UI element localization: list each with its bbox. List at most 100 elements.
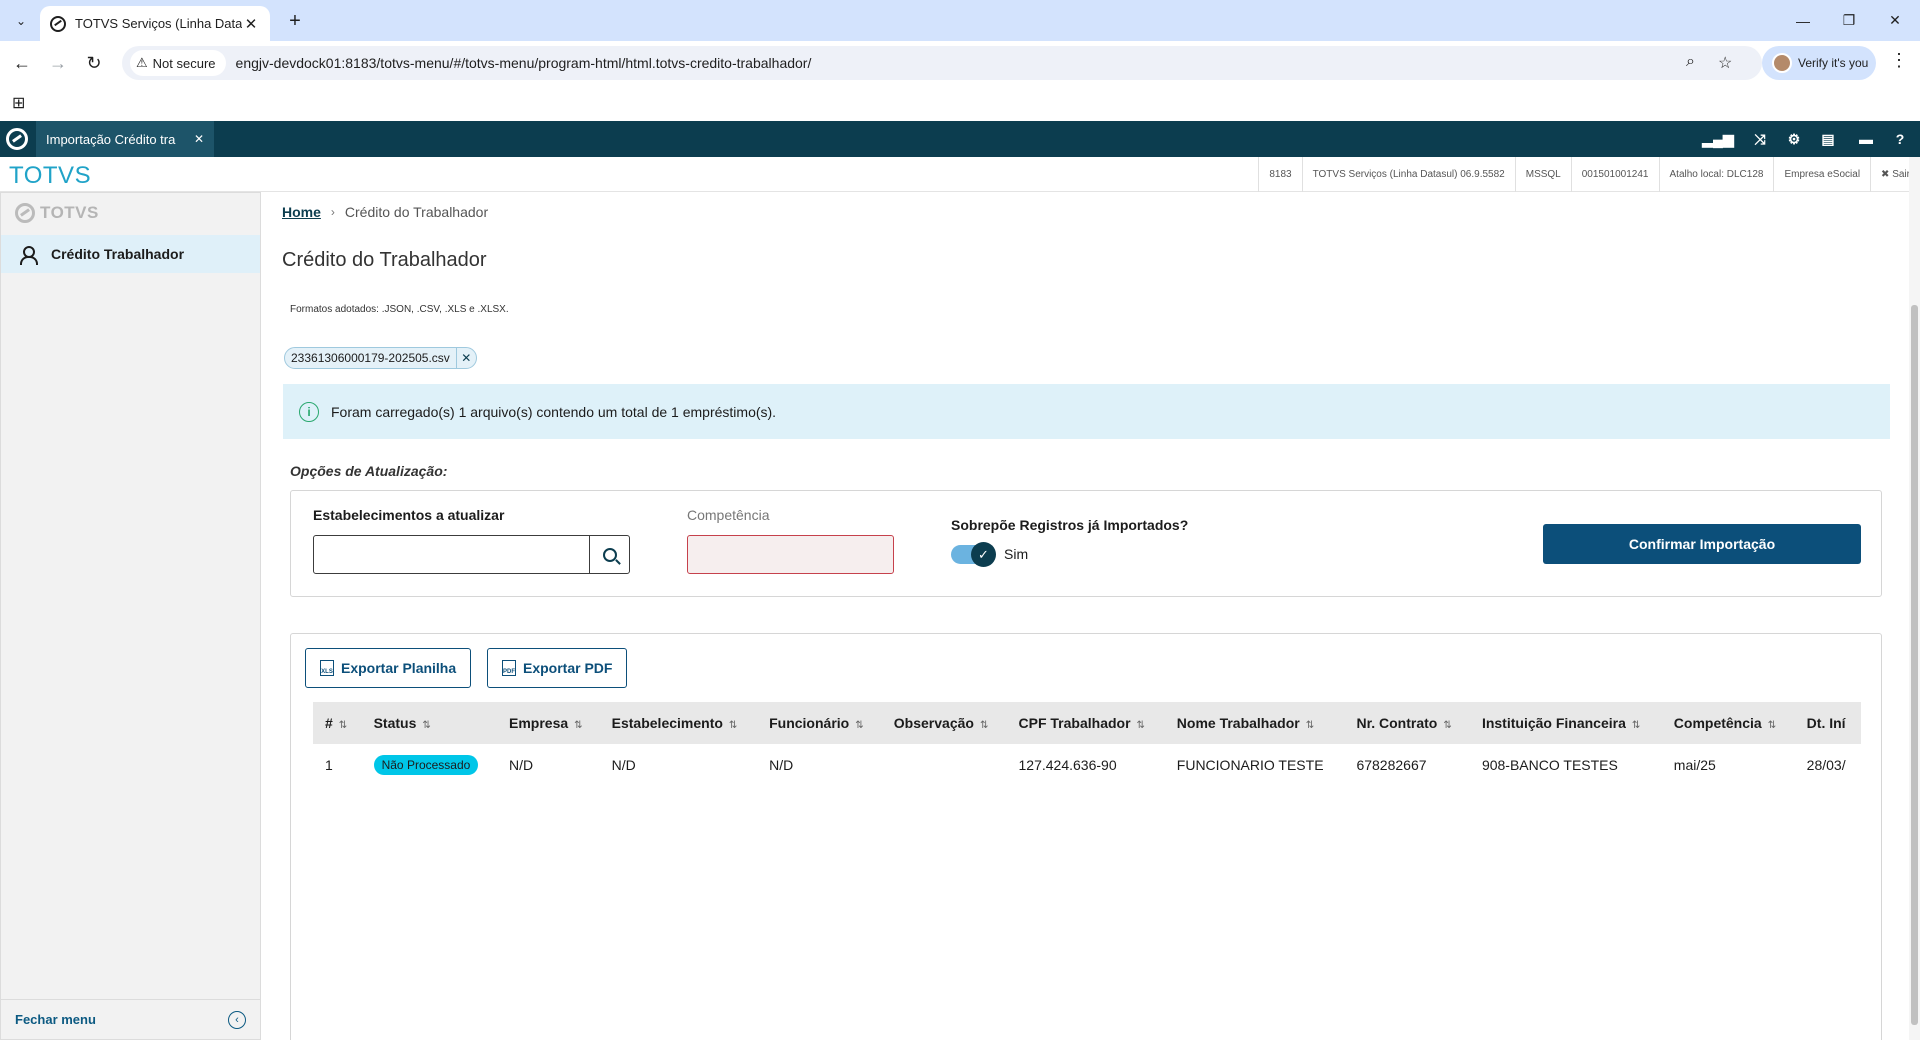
info-shortcut: Atalho local: DLC128 <box>1658 157 1774 192</box>
col-header-funcionario[interactable]: Funcionário ⇅ <box>757 702 882 744</box>
restore-icon[interactable]: ❐ <box>1826 0 1872 41</box>
bookmarks-bar: ⊞ <box>0 85 1920 121</box>
export-spreadsheet-label: Exportar Planilha <box>341 660 457 676</box>
sort-icon: ⇅ <box>422 720 431 731</box>
info-company[interactable]: Empresa eSocial <box>1773 157 1870 192</box>
overwrite-toggle[interactable]: ✓ <box>951 542 996 567</box>
export-pdf-label: Exportar PDF <box>523 660 613 676</box>
new-tab-icon[interactable]: + <box>282 8 308 34</box>
forward-icon[interactable]: → <box>44 49 72 77</box>
cell-empresa: N/D <box>509 757 534 773</box>
browser-tab[interactable]: TOTVS Serviços (Linha Datasul) ✕ <box>40 6 270 41</box>
alert-text: Foram carregado(s) 1 arquivo(s) contendo… <box>331 403 777 420</box>
tab-search-chevron-icon[interactable]: ⌄ <box>8 8 34 34</box>
sidebar-logo: TOTVS <box>15 203 99 223</box>
chat-icon[interactable]: ▬ <box>1850 121 1882 157</box>
col-header-status[interactable]: Status ⇅ <box>362 702 497 744</box>
gear-icon[interactable]: ⚙ <box>1778 121 1810 157</box>
browser-menu-icon[interactable]: ⋮ <box>1890 50 1908 71</box>
breadcrumb-current: Crédito do Trabalhador <box>344 204 489 220</box>
sidebar: TOTVS Crédito Trabalhador Fechar menu ‹ <box>0 192 261 1040</box>
col-header-contrato[interactable]: Nr. Contrato ⇅ <box>1344 702 1470 744</box>
col-header-observacao[interactable]: Observação ⇅ <box>882 702 1007 744</box>
app-tab-importacao[interactable]: Importação Crédito tra ✕ <box>36 121 214 157</box>
options-panel: Estabelecimentos a atualizar Competência… <box>290 490 1882 597</box>
info-code: 001501001241 <box>1570 157 1659 192</box>
security-indicator[interactable]: ⚠ Not secure <box>130 50 226 76</box>
status-badge: Não Processado <box>373 755 479 775</box>
session-info: 8183 TOTVS Serviços (Linha Datasul) 06.9… <box>1258 157 1920 192</box>
sort-icon: ⇅ <box>728 720 738 731</box>
sort-icon: ⇅ <box>979 720 989 731</box>
browser-toolbar: ← → ↻ ⚠ Not secure engjv-devdock01:8183/… <box>0 41 1920 85</box>
app-tabbar: Importação Crédito tra ✕ ▂▄▆ ⤨ ⚙ ▤ ▬ ? <box>0 121 1920 157</box>
window-close-icon[interactable]: ✕ <box>1872 0 1918 41</box>
establishments-label: Estabelecimentos a atualizar <box>313 507 505 523</box>
col-header-estabelecimento[interactable]: Estabelecimento ⇅ <box>600 702 757 744</box>
page-scrollbar-thumb[interactable] <box>1911 305 1918 1025</box>
breadcrumb: Home › Crédito do Trabalhador <box>282 204 488 220</box>
sort-icon: ⇅ <box>1305 720 1315 731</box>
xls-file-icon: XLS <box>320 660 334 676</box>
brand-logo: TOTVS <box>9 162 92 189</box>
tab-close-icon[interactable]: ✕ <box>242 15 260 33</box>
establishments-search-button[interactable] <box>589 535 630 574</box>
zoom-icon[interactable]: ⌕ <box>1686 53 1695 71</box>
back-icon[interactable]: ← <box>8 49 36 77</box>
table-header-row: # ⇅ Status ⇅ Empresa ⇅ Estabelecimento ⇅ Fun… <box>313 702 1861 744</box>
pdf-file-icon: PDF <box>502 660 516 676</box>
avatar <box>1772 53 1792 73</box>
col-header-cpf[interactable]: CPF Trabalhador ⇅ <box>1007 702 1165 744</box>
sort-icon: ⇅ <box>1136 720 1145 731</box>
minimize-icon[interactable]: — <box>1780 0 1826 41</box>
sidebar-item-credito-trabalhador[interactable]: Crédito Trabalhador <box>1 235 260 273</box>
col-header-nome[interactable]: Nome Trabalhador ⇅ <box>1165 702 1345 744</box>
cell-dt-inicio: 28/03/ <box>1806 757 1846 773</box>
bookmark-star-icon[interactable]: ☆ <box>1718 53 1732 73</box>
security-label: Not secure <box>152 55 216 71</box>
totvs-logo-icon[interactable] <box>6 128 28 150</box>
overwrite-value: Sim <box>1004 546 1029 562</box>
app-tab-close-icon[interactable]: ✕ <box>194 132 204 146</box>
col-header-empresa[interactable]: Empresa ⇅ <box>497 702 600 744</box>
cell-contrato: 678282667 <box>1356 757 1427 773</box>
apps-grid-icon[interactable]: ⊞ <box>12 93 25 113</box>
competencia-label: Competência <box>687 507 770 523</box>
shuffle-icon[interactable]: ⤨ <box>1744 121 1776 157</box>
warning-triangle-icon: ⚠ <box>136 55 148 70</box>
sort-icon: ⇅ <box>1631 720 1641 731</box>
col-header-competencia[interactable]: Competência ⇅ <box>1662 702 1795 744</box>
table-row[interactable]: 1 Não Processado N/D N/D N/D 127.424.636… <box>313 744 1861 786</box>
confirm-import-button[interactable]: Confirmar Importação <box>1543 524 1861 564</box>
sort-icon: ⇅ <box>855 720 864 731</box>
url-text[interactable]: engjv-devdock01:8183/totvs-menu/#/totvs-… <box>236 55 812 71</box>
reload-icon[interactable]: ↻ <box>80 49 108 77</box>
help-icon[interactable]: ? <box>1884 121 1916 157</box>
cell-estabelecimento: N/D <box>611 757 636 773</box>
establishments-input[interactable] <box>313 535 590 574</box>
collapse-chevron-icon[interactable]: ‹ <box>228 1010 246 1029</box>
export-spreadsheet-button[interactable]: XLS Exportar Planilha <box>305 648 472 688</box>
info-alert: i Foram carregado(s) 1 arquivo(s) conten… <box>283 384 1890 439</box>
breadcrumb-home[interactable]: Home <box>282 204 321 220</box>
sort-icon: ⇅ <box>1443 720 1452 731</box>
address-bar[interactable]: ⚠ Not secure engjv-devdock01:8183/totvs-… <box>122 46 1762 80</box>
signal-icon[interactable]: ▂▄▆ <box>1702 121 1734 157</box>
totvs-favicon-icon <box>50 15 66 32</box>
browser-tabstrip: ⌄ TOTVS Serviços (Linha Datasul) ✕ + — ❐… <box>0 0 1920 41</box>
options-label: Opções de Atualização: <box>290 463 448 479</box>
col-header-instituicao[interactable]: Instituição Financeira ⇅ <box>1470 702 1662 744</box>
document-icon[interactable]: ▤ <box>1812 121 1844 157</box>
file-chip-label: 23361306000179-202505.csv <box>291 351 450 365</box>
cell-observacao <box>882 744 1007 786</box>
col-header-dt-inicio[interactable]: Dt. Iní <box>1795 702 1861 744</box>
profile-button[interactable]: Verify it's you <box>1762 46 1876 80</box>
competencia-input[interactable] <box>687 535 894 574</box>
export-pdf-button[interactable]: PDF Exportar PDF <box>487 648 628 688</box>
remove-file-icon[interactable]: ✕ <box>455 347 476 369</box>
sort-icon: ⇅ <box>338 720 348 731</box>
close-menu-link[interactable]: Fechar menu <box>15 1012 96 1027</box>
search-icon <box>602 547 617 562</box>
col-header-index[interactable]: # ⇅ <box>313 702 362 744</box>
formats-note: Formatos adotados: .JSON, .CSV, .XLS e .… <box>290 304 509 315</box>
